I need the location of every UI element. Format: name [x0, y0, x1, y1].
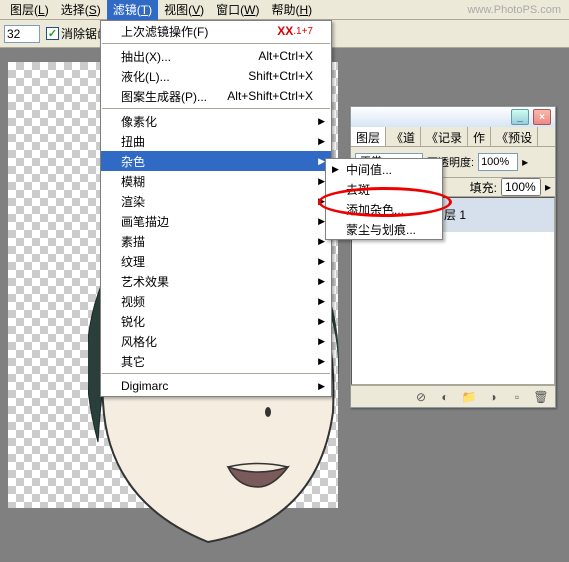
panel-tabs: 图层 《道 《记录 作 《预设 — [351, 127, 555, 147]
submenu-despeckle[interactable]: 去斑 — [326, 179, 442, 199]
fx-icon[interactable]: ⊘ — [413, 389, 429, 405]
chevron-right-icon: ▶ — [318, 116, 325, 127]
tab-actions[interactable]: 作 — [468, 127, 491, 146]
chevron-right-icon: ▶ — [318, 296, 325, 307]
fill-input[interactable] — [501, 178, 541, 196]
chevron-right-icon: ▶ — [318, 236, 325, 247]
panel-footer: ⊘ ◐ 📁 ◑ ▫ 🗑 — [351, 385, 555, 407]
watermark: www.PhotoPS.com — [467, 4, 561, 16]
chevron-right-icon: ▶ — [318, 196, 325, 207]
noise-submenu: ▶中间值... 去斑 添加杂色... 蒙尘与划痕... — [325, 158, 443, 240]
option-value-input[interactable] — [4, 25, 40, 43]
tab-layers[interactable]: 图层 — [351, 127, 386, 146]
menu-blur[interactable]: 模糊▶ — [101, 171, 331, 191]
close-button[interactable]: × — [533, 109, 551, 125]
chevron-right-icon: ▶ — [318, 136, 325, 147]
chevron-right-icon: ▶ — [332, 164, 339, 175]
menu-separator — [102, 373, 330, 374]
menu-separator — [102, 43, 330, 44]
menu-other[interactable]: 其它▶ — [101, 351, 331, 371]
chevron-right-icon: ▶ — [318, 356, 325, 367]
submenu-add-noise[interactable]: 添加杂色... — [326, 199, 442, 219]
menu-digimarc[interactable]: Digimarc▶ — [101, 376, 331, 396]
menu-brush-strokes[interactable]: 画笔描边▶ — [101, 211, 331, 231]
opacity-input[interactable] — [478, 153, 518, 171]
menu-stylize[interactable]: 风格化▶ — [101, 331, 331, 351]
layers-panel: _ × 图层 《道 《记录 作 《预设 正常 不透明度: ▸ 锁定: 本 填充:… — [350, 106, 556, 408]
menu-layer[interactable]: 图层(L) — [4, 0, 55, 20]
chevron-right-icon: ▶ — [318, 176, 325, 187]
fill-label: 填充: — [470, 179, 497, 196]
tab-presets[interactable]: 《预设 — [491, 127, 538, 146]
submenu-dust-scratches[interactable]: 蒙尘与划痕... — [326, 219, 442, 239]
menu-pixelate[interactable]: 像素化▶ — [101, 111, 331, 131]
chevron-right-icon[interactable]: ▸ — [522, 155, 528, 169]
check-icon — [46, 27, 59, 40]
new-layer-icon[interactable]: ▫ — [509, 389, 525, 405]
filter-dropdown-menu: 上次滤镜操作(F) XX.1+7 抽出(X)...Alt+Ctrl+X 液化(L… — [100, 20, 332, 397]
trash-icon[interactable]: 🗑 — [533, 389, 549, 405]
menu-filter[interactable]: 滤镜(T) — [107, 0, 158, 20]
menu-liquify[interactable]: 液化(L)...Shift+Ctrl+X — [101, 66, 331, 86]
menu-sketch[interactable]: 素描▶ — [101, 231, 331, 251]
adjustment-icon[interactable]: ◑ — [485, 389, 501, 405]
tab-channels[interactable]: 《道 — [386, 127, 421, 146]
minimize-button[interactable]: _ — [511, 109, 529, 125]
panel-titlebar[interactable]: _ × — [351, 107, 555, 127]
chevron-right-icon: ▶ — [318, 216, 325, 227]
submenu-median[interactable]: ▶中间值... — [326, 159, 442, 179]
chevron-right-icon: ▶ — [318, 156, 325, 167]
menu-pattern-maker[interactable]: 图案生成器(P)...Alt+Shift+Ctrl+X — [101, 86, 331, 106]
menu-distort[interactable]: 扭曲▶ — [101, 131, 331, 151]
menu-video[interactable]: 视频▶ — [101, 291, 331, 311]
menu-separator — [102, 108, 330, 109]
chevron-right-icon: ▶ — [318, 336, 325, 347]
chevron-right-icon: ▶ — [318, 381, 325, 392]
menu-select[interactable]: 选择(S) — [55, 0, 107, 20]
tab-history[interactable]: 《记录 — [421, 127, 468, 146]
menu-last-filter[interactable]: 上次滤镜操作(F) XX.1+7 — [101, 21, 331, 41]
menu-extract[interactable]: 抽出(X)...Alt+Ctrl+X — [101, 46, 331, 66]
chevron-right-icon: ▶ — [318, 276, 325, 287]
chevron-right-icon: ▶ — [318, 256, 325, 267]
chevron-right-icon[interactable]: ▸ — [545, 180, 551, 194]
menu-artistic[interactable]: 艺术效果▶ — [101, 271, 331, 291]
mask-icon[interactable]: ◐ — [437, 389, 453, 405]
chevron-right-icon: ▶ — [318, 316, 325, 327]
folder-icon[interactable]: 📁 — [461, 389, 477, 405]
menu-noise[interactable]: 杂色▶ — [101, 151, 331, 171]
menu-sharpen[interactable]: 锐化▶ — [101, 311, 331, 331]
menu-help[interactable]: 帮助(H) — [265, 0, 318, 20]
menu-render[interactable]: 渲染▶ — [101, 191, 331, 211]
menu-window[interactable]: 窗口(W) — [210, 0, 265, 20]
menu-texture[interactable]: 纹理▶ — [101, 251, 331, 271]
badge-xx: XX — [277, 24, 293, 38]
menu-view[interactable]: 视图(V) — [158, 0, 210, 20]
